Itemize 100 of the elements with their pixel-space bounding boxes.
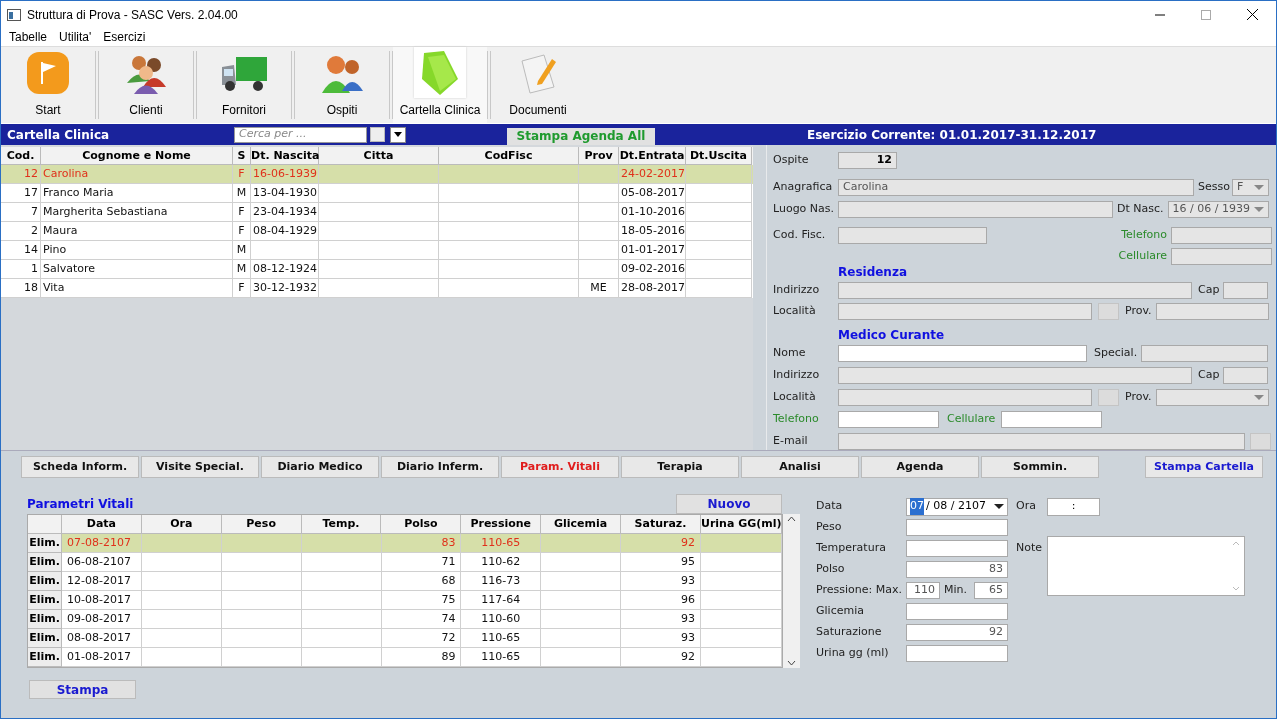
table-row[interactable]: 18 Vita F 30-12-1932 ME 28-08-2017 [1,279,753,298]
input-field[interactable] [838,344,1087,362]
toolbar-button[interactable]: Fornitori [197,47,291,123]
input-field[interactable] [1001,410,1103,428]
tab[interactable]: Param. Vitali [501,456,619,478]
table-cell: M [236,243,247,256]
table-cell: 110-60 [481,612,521,625]
lookup-button[interactable] [1098,388,1119,406]
toolbar-button[interactable]: Documenti [491,47,585,123]
checkbox[interactable] [370,127,385,142]
time-field[interactable]: : [1047,497,1100,516]
menu-item[interactable]: Esercizi [103,28,146,46]
table-cell: 10-08-2017 [66,593,131,606]
table-cell: 13-04-1930 [253,186,317,199]
toolbar-button[interactable]: Start [1,47,95,123]
tab[interactable]: Scheda Inform. [21,456,139,478]
lookup-button[interactable] [1250,432,1271,450]
table-cell: 71 [441,555,456,568]
table-row[interactable]: 7 Margherita Sebastiana F 23-04-1934 01-10-2016 [1,203,753,222]
input-field[interactable] [906,603,1008,620]
input-field[interactable]: 65 [974,582,1008,599]
input-field[interactable] [906,540,1008,557]
delete-button[interactable]: Elim. [28,610,62,629]
table-row[interactable]: Elim. 12-08-2017 68 116-73 93 [28,572,782,591]
scroll-down-icon[interactable] [787,660,796,666]
table-row[interactable]: 17 Franco Maria M 13-04-1930 05-08-2017 [1,184,753,203]
search-field[interactable]: Cerca per ... [234,126,367,143]
dropdown-arrow-icon [1253,394,1264,400]
field-label: Note [1016,540,1044,556]
tab[interactable]: Sommin. [981,456,1099,478]
tab[interactable]: Diario Inferm. [381,456,499,478]
date-field[interactable]: 07 / 08 / 2107 [906,497,1008,516]
app-icon [7,8,21,21]
input-field[interactable] [838,410,939,428]
new-button[interactable]: Nuovo [676,494,782,514]
input-field[interactable]: 92 [906,624,1008,641]
dropdown-arrow-icon [994,504,1004,509]
table-row[interactable]: Elim. 07-08-2107 83 110-65 92 [28,534,782,553]
toolbar-button[interactable]: Clienti [99,47,193,123]
close-icon[interactable] [1247,9,1258,20]
table-cell: Carolina [43,167,89,180]
input-field[interactable]: 110 [906,582,940,599]
delete-button[interactable]: Elim. [28,648,62,667]
table-cell: 117-64 [481,593,521,606]
table-cell: 30-12-1932 [253,281,317,294]
maximize-icon[interactable] [1201,9,1211,20]
flag-icon [26,50,70,95]
toolbar-button[interactable]: Ospiti [295,47,389,123]
delete-button[interactable]: Elim. [28,534,62,553]
table-cell: F [238,167,245,180]
tab[interactable]: Diario Medico [261,456,379,478]
table-row[interactable]: Elim. 01-08-2017 89 110-65 92 [28,648,782,667]
print-record-button[interactable]: Stampa Cartella [1145,456,1263,478]
delete-button[interactable]: Elim. [28,591,62,610]
table-row[interactable]: Elim. 09-08-2017 74 110-60 93 [28,610,782,629]
field-label: Prov. [1125,388,1152,405]
field-label: Telefono [773,410,820,427]
field-label: Ospite [773,151,810,168]
field-label: E-mail [773,432,809,449]
field-label: Cellulare [947,410,996,427]
scroll-up-icon[interactable] [787,516,796,522]
field-label: Pressione: Max. [816,582,903,599]
tab[interactable]: Analisi [741,456,859,478]
input-field[interactable]: 83 [906,561,1008,578]
scrollbar[interactable] [783,514,800,668]
field-label: Peso [816,519,843,536]
table-cell: 75 [441,593,456,606]
print-button[interactable]: Stampa [29,680,136,699]
table-cell: 110-65 [481,650,521,663]
field-label: Telefono [1121,226,1167,243]
table-cell: Vita [43,281,65,294]
toolbar-button[interactable]: Cartella Clinica [393,47,487,123]
tab[interactable]: Agenda [861,456,979,478]
input-field[interactable] [906,645,1008,662]
guest-id-field[interactable]: 12 [838,151,897,169]
table-row[interactable]: Elim. 10-08-2017 75 117-64 96 [28,591,782,610]
table-row[interactable]: 2 Maura F 08-04-1929 18-05-2016 [1,222,753,241]
caret-icon [394,132,402,137]
dropdown-button[interactable] [390,126,406,143]
menu-item[interactable]: Utilita' [59,28,92,46]
table-row[interactable]: 14 Pino M 01-01-2017 [1,241,753,260]
section-heading: Medico Curante [838,328,945,342]
table-row[interactable]: 1 Salvatore M 08-12-1924 09-02-2016 [1,260,753,279]
table-cell: 93 [681,631,696,644]
menu-item[interactable]: Tabelle [9,28,48,46]
field-label: Località [773,302,817,319]
tab[interactable]: Terapia [621,456,739,478]
table-row[interactable]: Elim. 06-08-2107 71 110-62 95 [28,553,782,572]
tab[interactable]: Visite Special. [141,456,259,478]
table-cell: 68 [441,574,456,587]
table-cell: 24-02-2017 [621,167,685,180]
delete-button[interactable]: Elim. [28,572,62,591]
table-cell: F [238,224,245,237]
delete-button[interactable]: Elim. [28,629,62,648]
table-row[interactable]: Elim. 08-08-2017 72 110-65 93 [28,629,782,648]
delete-button[interactable]: Elim. [28,553,62,572]
lookup-button[interactable] [1098,302,1119,320]
input-field[interactable] [906,519,1008,536]
field-label: Cod. Fisc. [773,226,827,243]
field-label: Saturazione [816,624,883,641]
